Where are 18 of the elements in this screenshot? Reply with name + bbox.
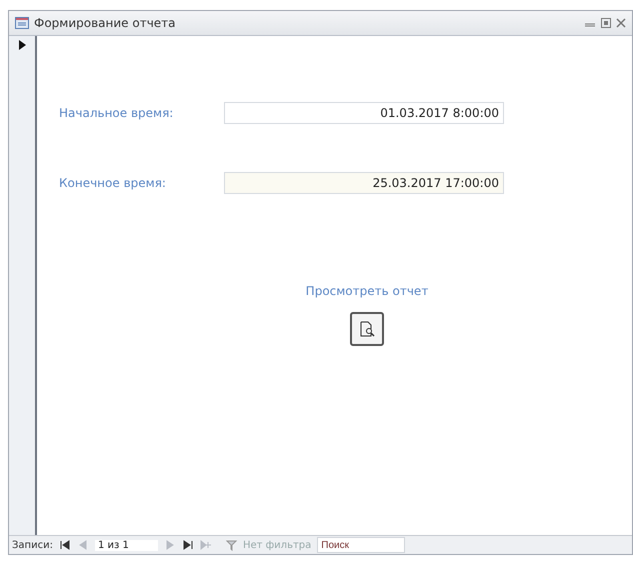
preview-report-button[interactable] [350, 312, 384, 346]
field-label: Конечное время: [59, 176, 167, 190]
window-title: Формирование отчета [34, 16, 177, 30]
form-icon [15, 17, 29, 29]
date-time-field[interactable]: 25.03.2017 17:00:00 [224, 172, 504, 194]
close-icon[interactable] [616, 18, 626, 28]
filter-icon [226, 540, 237, 550]
document-magnifier-icon [359, 321, 375, 337]
last-record-button[interactable] [182, 539, 194, 551]
first-record-button[interactable] [58, 539, 71, 551]
record-pointer-icon [18, 40, 26, 50]
field-label: Начальное время: [59, 106, 174, 120]
records-label: Записи: [12, 540, 53, 550]
button-caption: Просмотреть отчет [306, 284, 428, 298]
restore-icon[interactable] [601, 18, 611, 28]
search-field[interactable]: Поиск [317, 537, 406, 553]
record-position[interactable]: 1 из 1 [94, 540, 158, 550]
date-time-field[interactable]: 01.03.2017 8:00:00 [224, 102, 504, 124]
